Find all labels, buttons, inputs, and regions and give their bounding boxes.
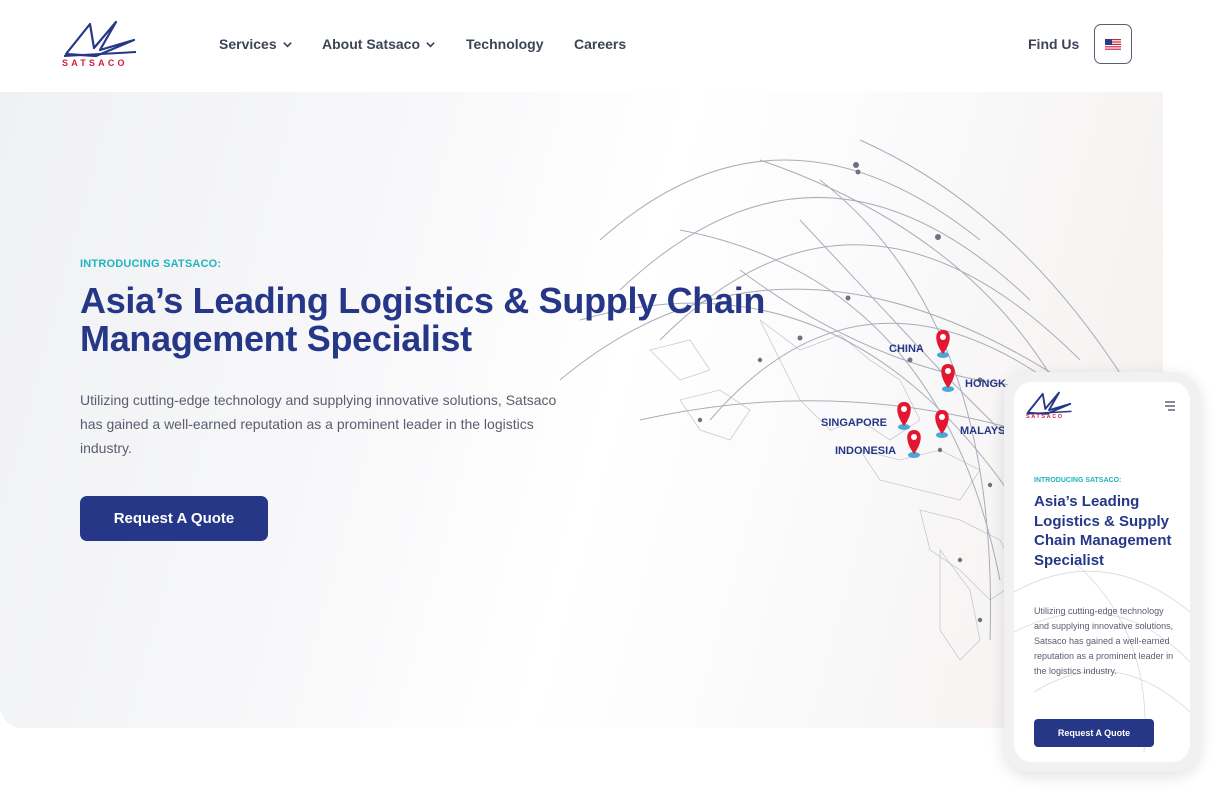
nav-services-label: Services — [219, 36, 277, 52]
hero-title: Asia’s Leading Logistics & Supply Chain … — [80, 280, 766, 359]
page: CHINA HONGK SINGAPORE MALAYS INDONESIA S… — [0, 0, 1218, 794]
hamburger-menu-icon[interactable] — [1164, 400, 1176, 412]
hero-description: Utilizing cutting-edge technology and su… — [80, 392, 557, 456]
site-header: SATSACO Services About Satsaco Technolog… — [0, 0, 1163, 92]
chevron-down-icon — [282, 41, 292, 48]
chevron-down-icon — [426, 41, 435, 48]
mobile-hero-title: Asia’s Leading Logistics & Supply Chain … — [1034, 493, 1172, 569]
mobile-mockup: SATSACO INTRODUCING SATSACO: Asia’s Lead… — [1004, 372, 1200, 772]
map-label-hongkong: HONGK — [965, 378, 1006, 390]
map-label-china: CHINA — [889, 343, 924, 355]
nav-about[interactable]: About Satsaco — [322, 36, 436, 52]
mobile-hero-eyebrow: INTRODUCING SATSACO: — [1034, 477, 1122, 484]
nav-careers[interactable]: Careers — [574, 36, 626, 52]
mobile-screen: SATSACO INTRODUCING SATSACO: Asia’s Lead… — [1014, 382, 1190, 762]
mobile-logo-wordmark: SATSACO — [1026, 414, 1064, 420]
logo-wordmark: SATSACO — [62, 58, 128, 68]
us-flag-icon — [1105, 38, 1121, 50]
map-label-indonesia: INDONESIA — [835, 445, 897, 457]
map-label-singapore: SINGAPORE — [821, 417, 888, 429]
mobile-hero-description: Utilizing cutting-edge technology and su… — [1034, 606, 1174, 676]
mobile-request-quote-button[interactable]: Request A Quote — [1034, 719, 1154, 747]
nav-services[interactable]: Services — [219, 36, 293, 52]
map-label-malaysia: MALAYS — [960, 425, 1006, 437]
request-quote-button[interactable]: Request A Quote — [80, 496, 268, 541]
find-us-link[interactable]: Find Us — [1028, 36, 1079, 52]
nav-technology[interactable]: Technology — [466, 36, 544, 52]
desktop-frame: CHINA HONGK SINGAPORE MALAYS INDONESIA S… — [0, 0, 1163, 728]
hero-eyebrow: INTRODUCING SATSACO: — [80, 258, 222, 270]
language-selector-button[interactable] — [1094, 24, 1132, 64]
nav-about-label: About Satsaco — [322, 36, 421, 52]
